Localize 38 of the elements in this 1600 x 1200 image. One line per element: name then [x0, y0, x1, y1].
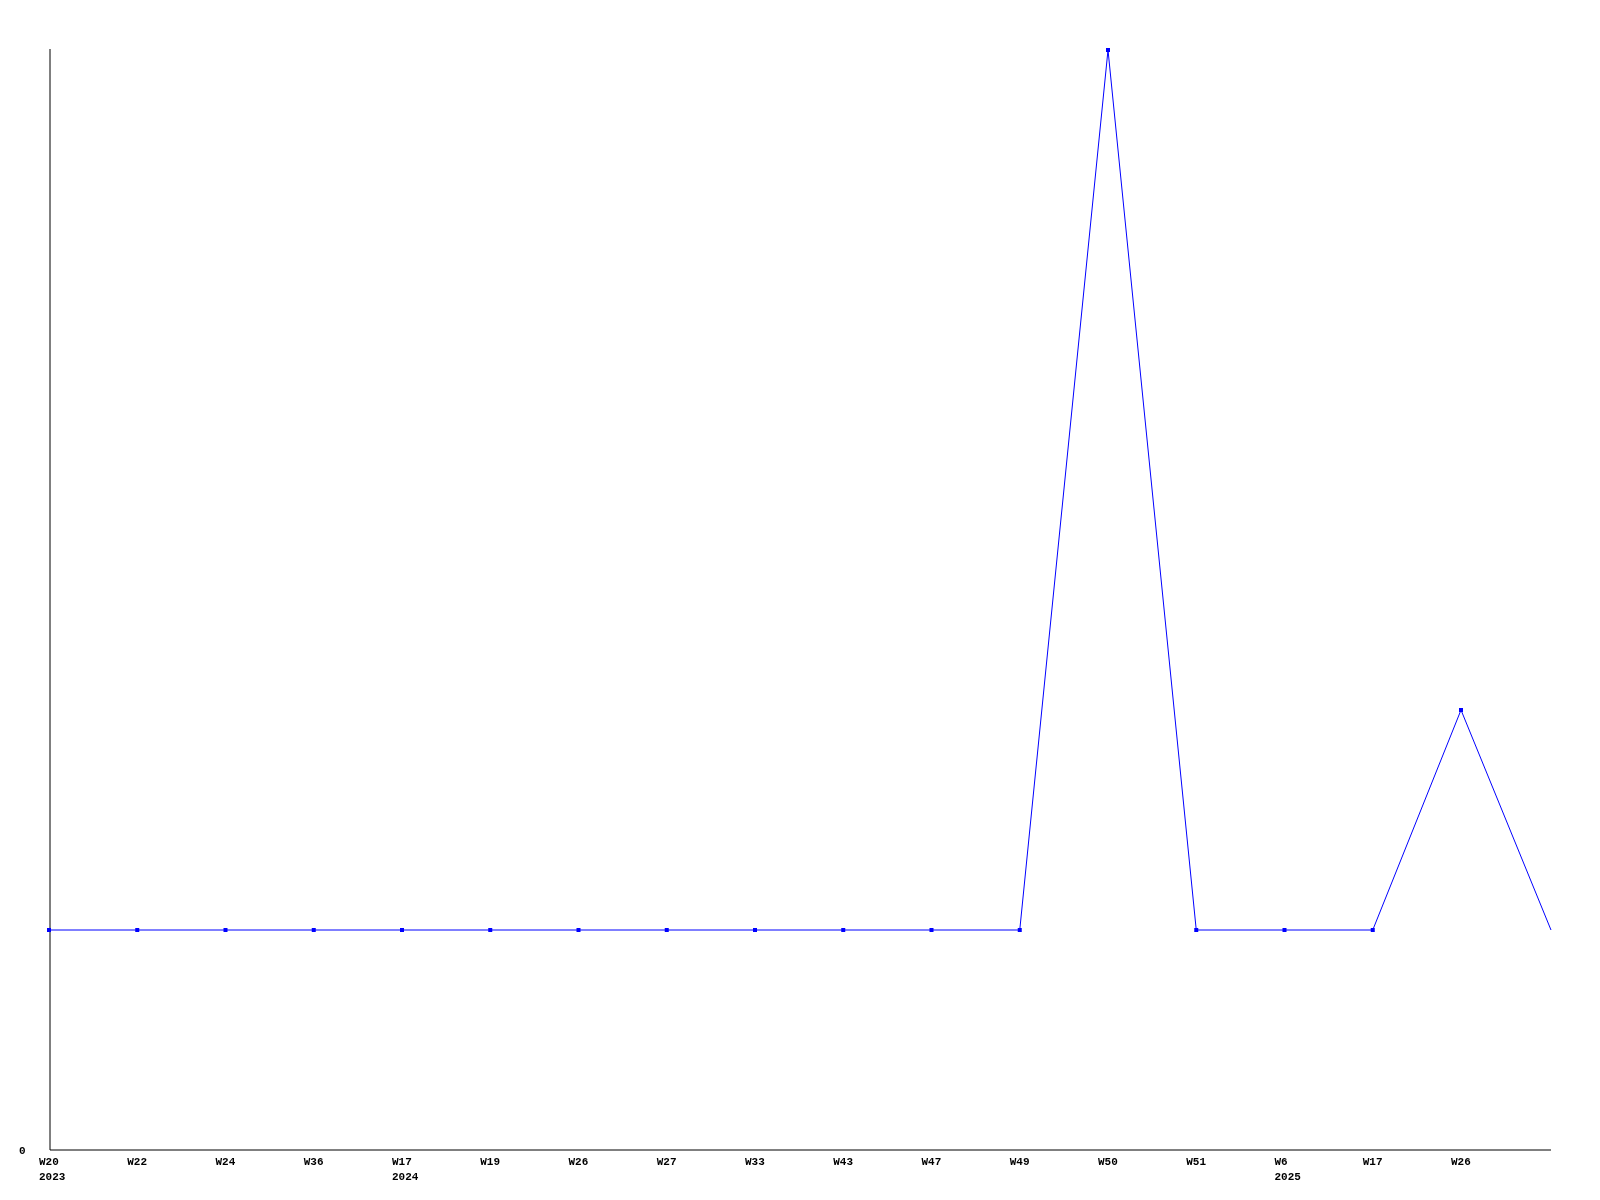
data-point-marker	[1282, 928, 1287, 932]
axis-label: W19	[480, 1156, 501, 1168]
axis-label: W20	[39, 1156, 59, 1168]
data-point-marker	[1106, 48, 1110, 52]
data-point-marker	[753, 928, 757, 932]
data-point-marker	[223, 928, 228, 932]
data-point-marker	[1370, 928, 1375, 932]
axis-label: W50	[1098, 1156, 1118, 1168]
axis-label: W33	[745, 1156, 765, 1168]
data-point-marker	[488, 928, 493, 932]
data-point-marker	[1459, 708, 1463, 712]
data-point-marker	[311, 928, 316, 932]
axis-label: W36	[303, 1156, 324, 1168]
data-point-marker	[576, 928, 581, 932]
axis-label: 2024	[392, 1171, 419, 1183]
axis-label: W26	[1451, 1156, 1471, 1168]
axis-label: W6	[1274, 1156, 1288, 1168]
axis-label: W17	[392, 1156, 412, 1168]
data-point-marker	[929, 928, 934, 932]
data-point-marker	[135, 928, 140, 932]
data-point-marker	[841, 928, 846, 932]
axis-label: W51	[1186, 1156, 1207, 1168]
data-point-marker	[664, 928, 669, 932]
axis-label: W49	[1009, 1156, 1030, 1168]
axis-tick-label: 0	[19, 1145, 26, 1157]
axis-label: W43	[833, 1156, 854, 1168]
axis-label: W27	[656, 1156, 677, 1168]
axis-label: W24	[215, 1156, 236, 1168]
data-point-marker	[400, 928, 404, 932]
axis-label: 2025	[1274, 1171, 1301, 1183]
axis-label: 2023	[39, 1171, 66, 1183]
data-point-marker	[47, 928, 51, 932]
axis-label: W26	[568, 1156, 589, 1168]
axis-label: W22	[127, 1156, 148, 1168]
data-point-marker	[1194, 928, 1199, 932]
data-point-marker	[1017, 928, 1022, 932]
axis-label: W47	[921, 1156, 942, 1168]
axis-label: W17	[1362, 1156, 1383, 1168]
